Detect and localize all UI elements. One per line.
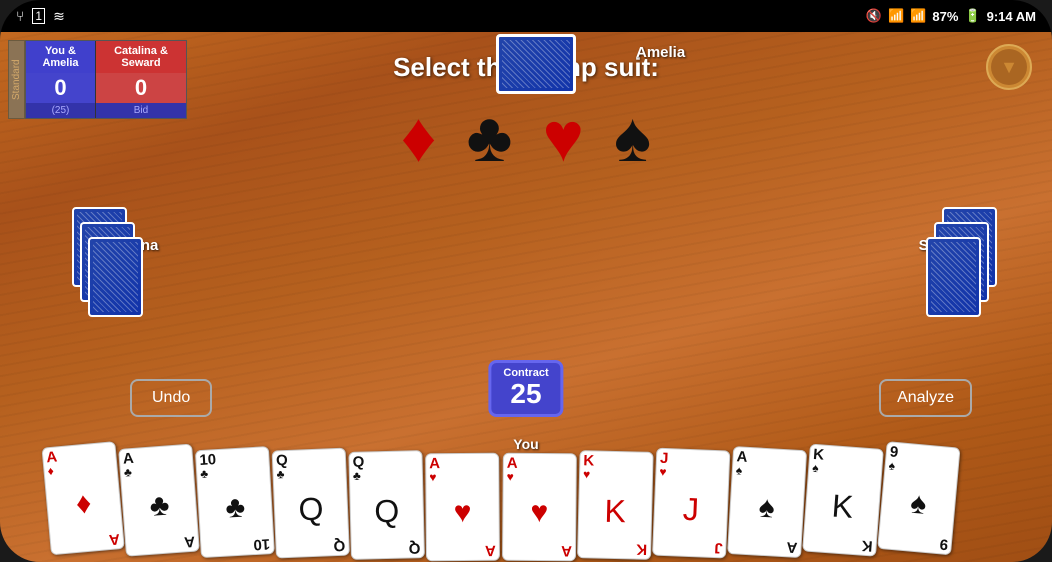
hand-card-2[interactable]: 10 ♣ ♣ 10 — [195, 446, 275, 558]
hand-card-8[interactable]: J ♥ J J — [652, 448, 730, 559]
battery-percent: 87% — [932, 9, 958, 24]
standard-label: Standard — [8, 40, 25, 119]
score-you: 0 — [26, 73, 96, 103]
status-left-icons: ⑂ 1 ≋ — [16, 8, 65, 25]
amelia-cards — [496, 34, 576, 94]
trump-suits: ♦ ♣ ♥ ♠ — [401, 102, 651, 172]
sim-icon: 1 — [32, 8, 45, 24]
chevron-down-icon: ▼ — [1000, 57, 1018, 78]
info-button-inner: ▼ — [991, 49, 1027, 85]
hand-card-1[interactable]: A ♣ ♣ A — [118, 443, 200, 556]
status-right-icons: 🔇 📶 📶 87% 🔋 9:14 AM — [866, 8, 1036, 24]
usb-icon: ⑂ — [16, 8, 24, 24]
diamond-suit-button[interactable]: ♦ — [401, 102, 437, 172]
spade-suit-button[interactable]: ♠ — [614, 102, 651, 172]
hand-card-4[interactable]: Q ♣ Q Q — [349, 450, 426, 560]
club-suit-button[interactable]: ♣ — [467, 102, 513, 172]
hand-card-7[interactable]: K ♥ K K — [577, 450, 654, 560]
wifi-icon: 📶 — [888, 8, 904, 24]
hand-card-6[interactable]: A ♥ ♥ A — [502, 453, 577, 562]
hand-card-0[interactable]: A ♦ ♦ A — [41, 441, 124, 555]
score-footer: (25) Bid — [26, 103, 186, 118]
score-them: 0 — [96, 73, 186, 103]
hand-card-10[interactable]: K ♠ K K — [802, 443, 884, 556]
battery-icon: 🔋 — [964, 8, 980, 24]
hand-card-5[interactable]: A ♥ ♥ A — [426, 453, 501, 562]
seward-card-3 — [926, 237, 981, 317]
hand-card-3[interactable]: Q ♣ Q Q — [272, 448, 350, 559]
team-them-header: Catalina & Seward — [96, 41, 186, 73]
player-top-label: Amelia — [636, 44, 685, 61]
hand-card-9[interactable]: A ♠ ♠ A — [727, 446, 807, 558]
player-hand: A ♦ ♦ A A ♣ ♣ A 10 ♣ ♣ 10 Q — [51, 432, 1001, 562]
undo-button[interactable]: Undo — [130, 379, 212, 417]
phone-frame: ⑂ 1 ≋ 🔇 📶 📶 87% 🔋 9:14 AM Standard You &… — [0, 0, 1052, 562]
game-area: Standard You & Amelia Catalina & Seward … — [0, 32, 1052, 562]
score-table: You & Amelia Catalina & Seward 0 0 (25) … — [25, 40, 187, 119]
clock: 9:14 AM — [987, 9, 1036, 24]
score-panel: Standard You & Amelia Catalina & Seward … — [8, 40, 187, 119]
score-header: You & Amelia Catalina & Seward — [26, 41, 186, 73]
contract-number: 25 — [503, 379, 548, 410]
status-bar: ⑂ 1 ≋ 🔇 📶 📶 87% 🔋 9:14 AM — [0, 0, 1052, 32]
analyze-button[interactable]: Analyze — [879, 379, 972, 417]
score-footer-you: (25) — [26, 103, 96, 118]
contract-badge: Contract 25 — [488, 360, 563, 417]
mute-icon: 🔇 — [866, 8, 882, 24]
wifi-bars-icon: ≋ — [53, 8, 65, 25]
team-you-header: You & Amelia — [26, 41, 96, 73]
info-button[interactable]: ▼ — [986, 44, 1032, 90]
score-footer-bid: Bid — [96, 103, 186, 118]
hand-card-11[interactable]: 9 ♠ ♠ 9 — [877, 441, 960, 555]
heart-suit-button[interactable]: ♥ — [542, 102, 584, 172]
catalina-card-3 — [88, 237, 143, 317]
signal-icon: 📶 — [910, 8, 926, 24]
score-values: 0 0 — [26, 73, 186, 103]
